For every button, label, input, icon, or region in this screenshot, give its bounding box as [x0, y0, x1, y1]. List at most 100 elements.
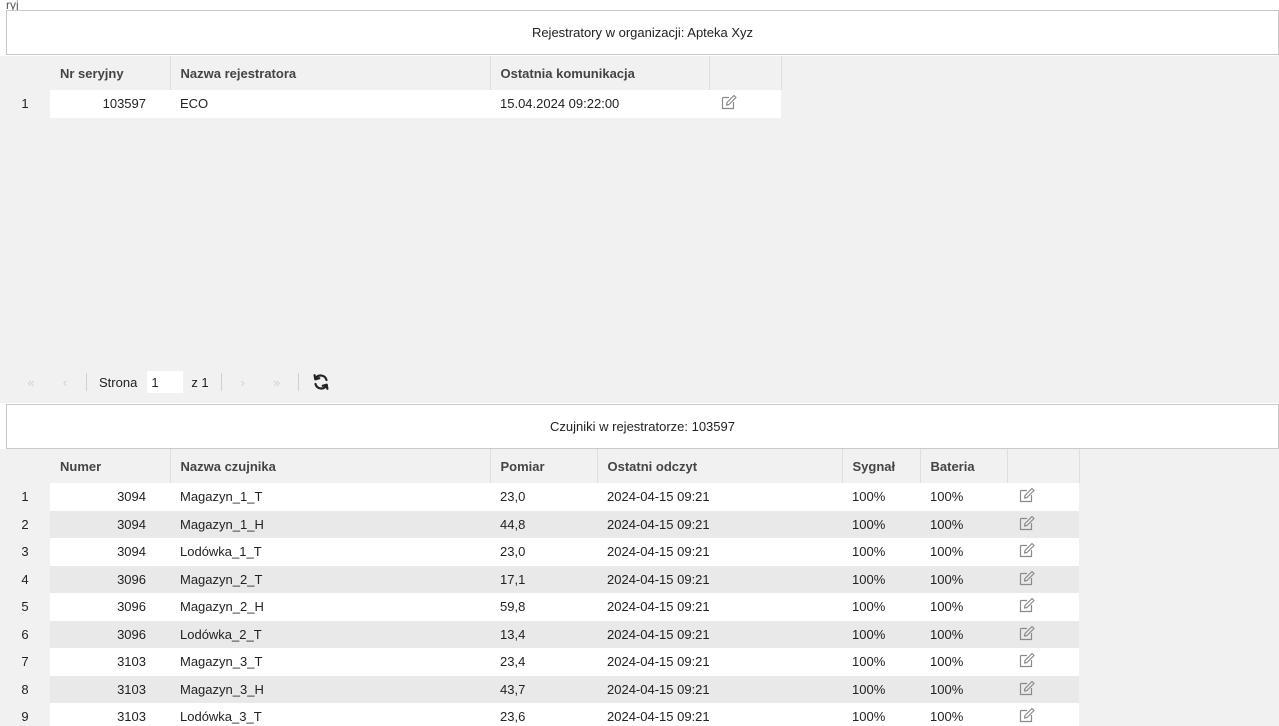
- sensor-name-cell: Lodówka_2_T: [170, 620, 490, 648]
- measurement-cell: 23,0: [490, 538, 597, 566]
- edit-icon[interactable]: [1017, 540, 1037, 563]
- edit-icon[interactable]: [1017, 595, 1037, 618]
- signal-cell: 100%: [842, 703, 920, 726]
- measurement-cell: 23,4: [490, 648, 597, 676]
- registrar-name-cell: ECO: [170, 90, 490, 118]
- signal-cell: 100%: [842, 565, 920, 593]
- column-header-actions: [1007, 449, 1080, 483]
- edit-cell: [1007, 703, 1079, 726]
- row-index: 8: [0, 675, 50, 703]
- edit-icon[interactable]: [1017, 485, 1037, 508]
- edit-icon[interactable]: [1017, 705, 1037, 726]
- sensor-row[interactable]: 1 3094 Magazyn_1_T 23,0 2024-04-15 09:21 100%…: [0, 483, 1079, 511]
- serial-cell: 103597: [50, 90, 170, 118]
- column-header-last-communication[interactable]: Ostatnia komunikacja: [490, 56, 710, 90]
- sensor-row[interactable]: 9 3103 Lodówka_3_T 23,6 2024-04-15 09:21 100%…: [0, 703, 1079, 726]
- battery-cell: 100%: [920, 648, 1007, 676]
- sensors-header-row: Numer Nazwa czujnika Pomiar Ostatni odcz…: [0, 449, 1080, 483]
- measurement-cell: 44,8: [490, 510, 597, 538]
- sensor-number-cell: 3096: [50, 565, 170, 593]
- registrars-header-row: Nr seryjny Nazwa rejestratora Ostatnia k…: [0, 56, 782, 90]
- registrars-pager: « ‹ Strona z 1 › »: [0, 361, 1279, 403]
- sensor-row[interactable]: 3 3094 Lodówka_1_T 23,0 2024-04-15 09:21 100%…: [0, 538, 1079, 566]
- measurement-cell: 59,8: [490, 593, 597, 621]
- sensor-row[interactable]: 8 3103 Magazyn_3_H 43,7 2024-04-15 09:21 100%…: [0, 675, 1079, 703]
- registrars-grid: Nr seryjny Nazwa rejestratora Ostatnia k…: [0, 56, 1279, 361]
- column-header-number[interactable]: Numer: [50, 449, 171, 483]
- column-header-last-reading[interactable]: Ostatni odczyt: [597, 449, 843, 483]
- row-index: 5: [0, 593, 50, 621]
- last-reading-cell: 2024-04-15 09:21: [597, 538, 842, 566]
- edit-icon[interactable]: [1017, 623, 1037, 646]
- edit-icon[interactable]: [1017, 513, 1037, 536]
- sensor-name-cell: Magazyn_3_H: [170, 675, 490, 703]
- edit-cell: [1007, 565, 1079, 593]
- sensor-row[interactable]: 2 3094 Magazyn_1_H 44,8 2024-04-15 09:21 100%…: [0, 510, 1079, 538]
- column-header-signal[interactable]: Sygnał: [842, 449, 921, 483]
- last-reading-cell: 2024-04-15 09:21: [597, 483, 842, 511]
- sensor-name-cell: Magazyn_1_H: [170, 510, 490, 538]
- sensors-grid: Numer Nazwa czujnika Pomiar Ostatni odcz…: [0, 449, 1279, 726]
- edit-cell: [1007, 620, 1079, 648]
- registrars-panel-title: Rejestratory w organizacji: Apteka Xyz: [6, 10, 1279, 55]
- sensor-number-cell: 3094: [50, 483, 170, 511]
- column-header-registrar-name[interactable]: Nazwa rejestratora: [170, 56, 491, 90]
- sensors-table: Numer Nazwa czujnika Pomiar Ostatni odcz…: [0, 449, 1080, 726]
- column-header-battery[interactable]: Bateria: [920, 449, 1008, 483]
- registrar-row[interactable]: 1 103597 ECO 15.04.2024 09:22:00: [0, 90, 781, 118]
- battery-cell: 100%: [920, 565, 1007, 593]
- pager-separator: [86, 373, 87, 391]
- last-reading-cell: 2024-04-15 09:21: [597, 593, 842, 621]
- edit-cell: [1007, 593, 1079, 621]
- page-count-label: z 1: [191, 374, 209, 390]
- signal-cell: 100%: [842, 620, 920, 648]
- column-header-measurement[interactable]: Pomiar: [490, 449, 598, 483]
- battery-cell: 100%: [920, 483, 1007, 511]
- edit-icon[interactable]: [1017, 568, 1037, 591]
- pager-separator: [220, 373, 222, 391]
- page-label: Strona: [99, 374, 138, 390]
- registrars-table: Nr seryjny Nazwa rejestratora Ostatnia k…: [0, 56, 782, 118]
- sensor-name-cell: Magazyn_1_T: [170, 483, 490, 511]
- sensor-name-cell: Magazyn_3_T: [170, 648, 490, 676]
- edit-icon[interactable]: [1017, 678, 1037, 701]
- sensor-name-cell: Magazyn_2_H: [170, 593, 490, 621]
- sensor-row[interactable]: 5 3096 Magazyn_2_H 59,8 2024-04-15 09:21 100%…: [0, 593, 1079, 621]
- column-header-serial[interactable]: Nr seryjny: [50, 56, 171, 90]
- sensor-row[interactable]: 6 3096 Lodówka_2_T 13,4 2024-04-15 09:21 100%…: [0, 620, 1079, 648]
- measurement-cell: 23,6: [490, 703, 597, 726]
- sensor-number-cell: 3103: [50, 703, 170, 726]
- row-index: 6: [0, 620, 50, 648]
- edit-icon[interactable]: [1017, 650, 1037, 673]
- refresh-icon[interactable]: [311, 372, 331, 392]
- column-header-index: [0, 449, 50, 483]
- prev-page-button[interactable]: ‹: [56, 375, 74, 390]
- signal-cell: 100%: [842, 675, 920, 703]
- last-reading-cell: 2024-04-15 09:21: [597, 620, 842, 648]
- sensors-panel-title: Czujniki w rejestratorze: 103597: [6, 404, 1279, 449]
- edit-cell: [1007, 538, 1079, 566]
- battery-cell: 100%: [920, 675, 1007, 703]
- battery-cell: 100%: [920, 593, 1007, 621]
- edit-icon[interactable]: [719, 92, 739, 115]
- signal-cell: 100%: [842, 648, 920, 676]
- last-communication-cell: 15.04.2024 09:22:00: [490, 90, 709, 118]
- signal-cell: 100%: [842, 510, 920, 538]
- first-page-button[interactable]: «: [22, 375, 40, 390]
- sensor-row[interactable]: 7 3103 Magazyn_3_T 23,4 2024-04-15 09:21 100%…: [0, 648, 1079, 676]
- column-header-sensor-name[interactable]: Nazwa czujnika: [170, 449, 491, 483]
- measurement-cell: 43,7: [490, 675, 597, 703]
- sensor-number-cell: 3103: [50, 648, 170, 676]
- signal-cell: 100%: [842, 483, 920, 511]
- next-page-button[interactable]: ›: [234, 375, 252, 390]
- edit-cell: [709, 90, 781, 118]
- sensor-row[interactable]: 4 3096 Magazyn_2_T 17,1 2024-04-15 09:21 100%…: [0, 565, 1079, 593]
- row-index: 1: [0, 483, 50, 511]
- page-number-input[interactable]: [147, 371, 184, 393]
- measurement-cell: 13,4: [490, 620, 597, 648]
- row-index: 7: [0, 648, 50, 676]
- sensor-number-cell: 3094: [50, 510, 170, 538]
- last-page-button[interactable]: »: [268, 375, 286, 390]
- signal-cell: 100%: [842, 538, 920, 566]
- edit-cell: [1007, 510, 1079, 538]
